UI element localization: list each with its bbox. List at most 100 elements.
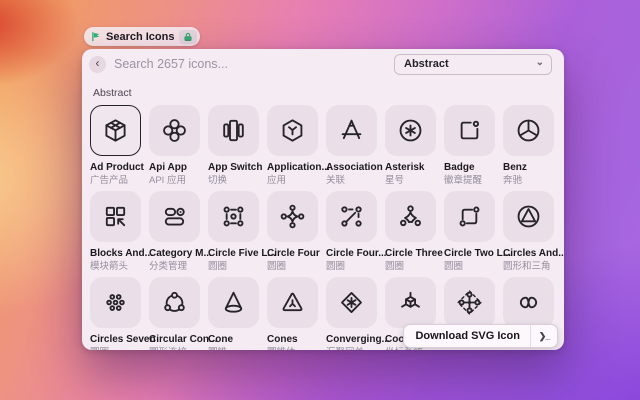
- icon-tile[interactable]: [208, 191, 259, 242]
- icon-name: Circles And...: [503, 248, 564, 259]
- icon-name: Circle Three: [385, 248, 443, 259]
- icon-grid-item: Blocks And... 模块箭头: [90, 191, 153, 273]
- icon-name: Asterisk: [385, 162, 425, 173]
- icon-name: Cones: [267, 334, 298, 345]
- icon-tile[interactable]: [326, 277, 377, 328]
- terminal-prompt-icon: ❯_: [538, 330, 551, 341]
- icon-tile[interactable]: [326, 105, 377, 156]
- circle-four-icon: [280, 204, 305, 229]
- download-svg-button[interactable]: Download SVG Icon ❯_: [403, 324, 558, 348]
- icon-grid-item: Circles And... 圆形和三角: [503, 191, 564, 273]
- icon-tile[interactable]: [149, 277, 200, 328]
- icon-grid-item: Benz 奔驰: [503, 105, 554, 187]
- icon-tile[interactable]: [444, 191, 495, 242]
- icon-grid-item: Circular Con... 圆形连接: [149, 277, 218, 350]
- cones-icon: [282, 292, 303, 312]
- icon-grid-item: Circle Five L... 圆圈: [208, 191, 276, 273]
- icon-tile[interactable]: [267, 105, 318, 156]
- icon-name: Badge: [444, 162, 475, 173]
- icon-name-zh: 圆圈: [326, 261, 346, 272]
- circular-connection-icon: [164, 291, 185, 312]
- window-title: Search Icons: [106, 30, 175, 43]
- mobius-ring-icon: [519, 296, 538, 309]
- icon-tile[interactable]: [444, 277, 495, 328]
- icon-name: Application...: [267, 162, 330, 173]
- icon-name-zh: 关联: [326, 175, 346, 186]
- icon-tile[interactable]: [503, 191, 554, 242]
- icon-grid-item: Badge 徽章提醒: [444, 105, 495, 187]
- icon-tile[interactable]: [385, 277, 436, 328]
- category-management-icon: [164, 207, 185, 226]
- icon-name-zh: 星号: [385, 175, 405, 186]
- icon-name-zh: 圆锥: [208, 347, 259, 350]
- icon-tile[interactable]: [503, 277, 554, 328]
- icon-name-zh: 汇聚网关: [326, 347, 377, 350]
- icon-name: Blocks And...: [90, 248, 153, 259]
- icon-tile[interactable]: [385, 191, 436, 242]
- icon-name-zh: 广告产品: [90, 175, 129, 186]
- icon-name-zh: 奔驰: [503, 175, 523, 186]
- coordinate-system-icon: [401, 291, 420, 308]
- asterisk-icon: [399, 119, 422, 142]
- icon-tile[interactable]: [90, 277, 141, 328]
- icon-tile[interactable]: [503, 105, 554, 156]
- circle-four-line-icon: [341, 206, 362, 227]
- icon-tile[interactable]: [149, 191, 200, 242]
- icon-grid-item: Asterisk 星号: [385, 105, 436, 187]
- blocks-and-arrows-icon: [105, 206, 126, 227]
- icon-tile[interactable]: [267, 277, 318, 328]
- icon-search-window: ‹ Search 2657 icons... Abstract ⌄ Abstra…: [82, 49, 564, 350]
- category-dropdown[interactable]: Abstract ⌄: [394, 53, 552, 75]
- icon-name-zh: 徽章提醒: [444, 175, 483, 186]
- icon-name: Circles Seven: [90, 334, 156, 345]
- circle-three-icon: [400, 205, 421, 227]
- badge-icon: [460, 120, 480, 140]
- icon-name-zh: API 应用: [149, 175, 186, 186]
- icon-name-zh: 圆圈: [267, 261, 287, 272]
- results-area: Abstract Ad Product 广告产品 Api App API 应用 App …: [82, 87, 564, 350]
- cross-ring-icon: [457, 290, 482, 315]
- icon-tile[interactable]: [90, 105, 141, 156]
- icon-tile[interactable]: [208, 105, 259, 156]
- icon-tile[interactable]: [385, 105, 436, 156]
- back-button[interactable]: ‹: [89, 55, 106, 73]
- window-title-pill[interactable]: Search Icons: [84, 27, 201, 46]
- icon-grid-item: App Switch 切换: [208, 105, 262, 187]
- chevron-down-icon: ⌄: [535, 57, 544, 68]
- circle-five-line-icon: [223, 206, 244, 227]
- icon-name: Circular Con...: [149, 334, 218, 345]
- icon-grid-item: Circles Seven 圆圈: [90, 277, 156, 350]
- icon-name-zh: 模块箭头: [90, 261, 129, 272]
- icon-grid-item: Api App API 应用: [149, 105, 200, 187]
- icon-tile[interactable]: [208, 277, 259, 328]
- icon-tile[interactable]: [90, 191, 141, 242]
- circle-two-line-icon: [459, 206, 480, 227]
- icon-grid: Ad Product 广告产品 Api App API 应用 App Switch 切换 A…: [90, 105, 564, 350]
- icon-tile[interactable]: [149, 105, 200, 156]
- icon-grid-item: Circle Four 圆圈: [267, 191, 320, 273]
- icon-grid-item: Cone 圆锥: [208, 277, 259, 350]
- api-app-icon: [163, 119, 186, 142]
- icon-grid-item: Ad Product 广告产品: [90, 105, 144, 187]
- icon-name-zh: 分类管理: [149, 261, 188, 272]
- icon-tile[interactable]: [326, 191, 377, 242]
- lock-badge[interactable]: [179, 29, 198, 44]
- benz-icon: [517, 119, 540, 142]
- ad-product-icon: [105, 119, 126, 142]
- icon-name-zh: 圆圈: [385, 261, 405, 272]
- icon-grid-item: Application... 应用: [267, 105, 330, 187]
- icon-tile[interactable]: [444, 105, 495, 156]
- circles-seven-icon: [106, 294, 125, 311]
- icon-grid-item: Circle Two L... 圆圈: [444, 191, 511, 273]
- download-button-label: Download SVG Icon: [415, 330, 520, 342]
- category-dropdown-value: Abstract: [404, 58, 449, 70]
- icon-grid-item: Circle Three 圆圈: [385, 191, 443, 273]
- icon-name: Ad Product: [90, 162, 144, 173]
- icon-grid-item: Cones 圆锥体: [267, 277, 318, 350]
- icon-grid-item: Association 关联: [326, 105, 383, 187]
- icon-name: Circle Four...: [326, 248, 387, 259]
- search-input[interactable]: Search 2657 icons...: [114, 57, 386, 71]
- icon-tile[interactable]: [267, 191, 318, 242]
- icon-grid-item: Category M... 分类管理: [149, 191, 212, 273]
- converging-gateway-icon: [341, 292, 362, 313]
